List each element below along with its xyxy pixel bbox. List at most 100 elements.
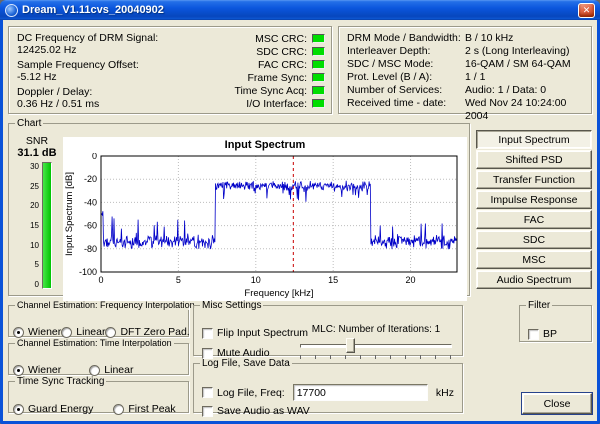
view-button-shifted-psd[interactable]: Shifted PSD: [476, 150, 592, 169]
title-bar[interactable]: Dream_V1.11cvs_20040902 ✕: [0, 0, 600, 20]
logfile-row: Log File, Freq: kHz: [202, 384, 454, 401]
titlebar-close-button[interactable]: ✕: [578, 3, 595, 18]
time-sync-led: [312, 86, 325, 95]
misc-settings-group-label: Misc Settings: [200, 300, 263, 311]
close-button[interactable]: Close: [522, 393, 592, 414]
io-interface-row: I/O Interface:: [185, 97, 325, 110]
sample-offset-label: Sample Frequency Offset:: [17, 59, 185, 71]
svg-text:0: 0: [92, 153, 97, 161]
freq-interpolation-options: Wiener Linear DFT Zero Pad.: [13, 326, 184, 338]
dc-frequency-label: DC Frequency of DRM Signal:: [17, 32, 185, 44]
view-button-input-spectrum[interactable]: Input Spectrum: [476, 130, 592, 149]
mlc-slider-handle[interactable]: [346, 338, 355, 353]
interleaver-label: Interleaver Depth:: [347, 45, 465, 58]
time-sync-tracking-group-label: Time Sync Tracking: [15, 376, 106, 387]
snr-scale-5: 5: [22, 260, 39, 269]
radio-freq-wiener[interactable]: Wiener: [13, 326, 61, 338]
prot-level-label: Prot. Level (B / A):: [347, 71, 465, 84]
frame-sync-row: Frame Sync:: [185, 71, 325, 84]
radio-indicator: [89, 365, 100, 376]
view-button-fac[interactable]: FAC: [476, 210, 592, 229]
svg-text:10: 10: [251, 275, 261, 285]
snr-scale-20: 20: [22, 201, 39, 210]
frame-sync-led: [312, 73, 325, 82]
io-interface-led: [312, 99, 325, 108]
khz-unit-label: kHz: [436, 387, 454, 399]
sample-offset-row: Sample Frequency Offset: -5.12 Hz: [17, 59, 185, 83]
flip-spectrum-checkbox[interactable]: Flip Input Spectrum: [202, 327, 308, 339]
svg-text:Frequency [kHz]: Frequency [kHz]: [244, 288, 313, 299]
msc-crc-row: MSC CRC:: [185, 32, 325, 45]
snr-value: 31.1 dB: [17, 147, 56, 159]
chart-group: Chart SNR 31.1 dB 30 25 20 15 10 5 0: [8, 118, 470, 296]
app-icon[interactable]: [5, 4, 18, 17]
doppler-delay-label: Doppler / Delay:: [17, 86, 185, 98]
radio-indicator: [13, 365, 24, 376]
radio-time-linear[interactable]: Linear: [89, 364, 133, 376]
mlc-slider-block: MLC: Number of Iterations: 1: [300, 324, 452, 359]
radio-label: Linear: [76, 326, 105, 338]
checkbox-indicator: [202, 387, 213, 398]
checkbox-indicator: [202, 328, 213, 339]
radio-sync-first-peak[interactable]: First Peak: [113, 403, 175, 415]
signal-values: DC Frequency of DRM Signal: 12425.02 Hz …: [17, 32, 185, 110]
fac-crc-label: FAC CRC:: [258, 59, 307, 71]
save-wav-checkbox[interactable]: Save Audio as WAV: [202, 405, 310, 417]
chart-group-label: Chart: [15, 118, 43, 129]
view-button-impulse-response[interactable]: Impulse Response: [476, 190, 592, 209]
drm-mode-value: B / 10 kHz: [465, 32, 585, 45]
snr-scale-10: 10: [22, 241, 39, 250]
spectrum-title: Input Spectrum: [63, 137, 467, 153]
window-title: Dream_V1.11cvs_20040902: [22, 4, 164, 16]
view-button-audio-spectrum[interactable]: Audio Spectrum: [476, 270, 592, 289]
view-button-transfer-function[interactable]: Transfer Function: [476, 170, 592, 189]
app-window: Dream_V1.11cvs_20040902 ✕ DC Frequency o…: [0, 0, 600, 424]
view-button-sdc[interactable]: SDC: [476, 230, 592, 249]
radio-time-wiener[interactable]: Wiener: [13, 364, 61, 376]
logfile-freq-input[interactable]: [293, 384, 428, 401]
num-services-value: Audio: 1 / Data: 0: [465, 84, 585, 97]
logfile-group: Log File, Save Data Log File, Freq: kHz …: [193, 358, 463, 413]
radio-label: Wiener: [28, 364, 61, 376]
filter-group-label: Filter: [526, 300, 552, 311]
time-interpolation-group: Channel Estimation: Time Interpolation W…: [8, 338, 189, 375]
snr-scale-0: 0: [22, 280, 39, 289]
sdc-crc-label: SDC CRC:: [256, 46, 307, 58]
logfile-group-label: Log File, Save Data: [200, 358, 292, 369]
radio-label: DFT Zero Pad.: [120, 326, 189, 338]
svg-text:15: 15: [328, 275, 338, 285]
view-button-msc[interactable]: MSC: [476, 250, 592, 269]
bp-checkbox[interactable]: BP: [528, 328, 557, 340]
checkbox-label: Log File, Freq:: [217, 387, 285, 399]
mode-status-grid: DRM Mode / Bandwidth: B / 10 kHz Interle…: [347, 32, 585, 123]
close-icon: ✕: [583, 5, 591, 16]
spectrum-chart: Input Spectrum 051015200-20-40-60-80-100…: [63, 137, 467, 301]
svg-text:Input Spectrum [dB]: Input Spectrum [dB]: [64, 172, 75, 256]
snr-scale-25: 25: [22, 182, 39, 191]
mlc-slider[interactable]: [300, 338, 452, 354]
signal-status-panel: DC Frequency of DRM Signal: 12425.02 Hz …: [8, 26, 332, 114]
svg-text:-60: -60: [84, 221, 97, 231]
doppler-delay-row: Doppler / Delay: 0.36 Hz / 0.51 ms: [17, 86, 185, 110]
dc-frequency-value: 12425.02 Hz: [17, 44, 185, 56]
mlc-slider-track[interactable]: [300, 344, 452, 348]
time-sync-label: Time Sync Acq:: [234, 85, 307, 97]
sdc-msc-mode-label: SDC / MSC Mode:: [347, 58, 465, 71]
logfile-checkbox[interactable]: Log File, Freq:: [202, 387, 285, 399]
checkbox-label: Save Audio as WAV: [217, 405, 310, 417]
received-time-value: Wed Nov 24 10:24:00 2004: [465, 97, 585, 123]
dc-frequency-row: DC Frequency of DRM Signal: 12425.02 Hz: [17, 32, 185, 56]
checkbox-label: BP: [543, 328, 557, 340]
view-button-column: Input Spectrum Shifted PSD Transfer Func…: [476, 130, 592, 289]
msc-crc-label: MSC CRC:: [255, 33, 307, 45]
led-status-column: MSC CRC: SDC CRC: FAC CRC: Frame Sync: T…: [185, 32, 325, 110]
drm-mode-label: DRM Mode / Bandwidth:: [347, 32, 465, 45]
freq-interpolation-group: Channel Estimation: Frequency Interpolat…: [8, 300, 189, 337]
misc-settings-group: Misc Settings Flip Input Spectrum Mute A…: [193, 300, 463, 356]
radio-sync-guard-energy[interactable]: Guard Energy: [13, 403, 93, 415]
prot-level-value: 1 / 1: [465, 71, 585, 84]
time-interpolation-group-label: Channel Estimation: Time Interpolation: [15, 338, 174, 348]
svg-text:-20: -20: [84, 174, 97, 184]
radio-freq-linear[interactable]: Linear: [61, 326, 105, 338]
radio-freq-dft-zero-pad[interactable]: DFT Zero Pad.: [105, 326, 189, 338]
